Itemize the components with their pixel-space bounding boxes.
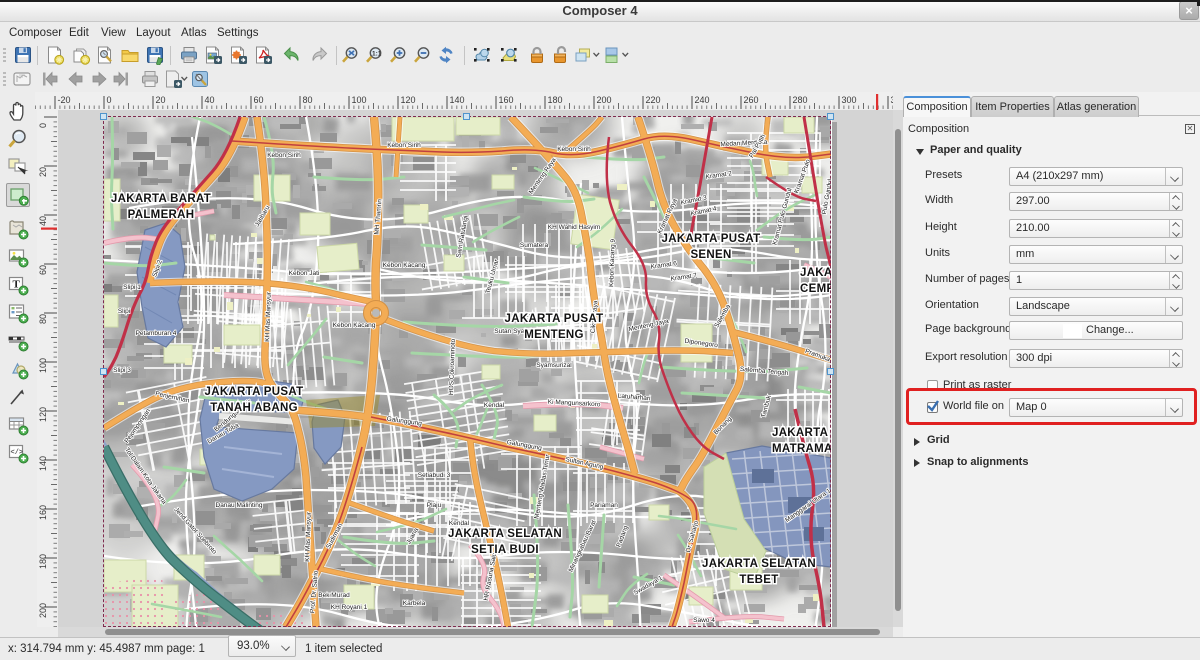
svg-text:100: 100	[352, 95, 367, 105]
svg-text:60: 60	[254, 95, 264, 105]
svg-text:Kebon Sirih: Kebon Sirih	[557, 146, 591, 153]
svg-text:CEMPAK: CEMPAK	[800, 283, 831, 295]
svg-text:Sawo 4: Sawo 4	[693, 617, 715, 624]
svg-text:Danau Malinting: Danau Malinting	[216, 502, 263, 509]
svg-text:40: 40	[38, 216, 48, 226]
svg-text:100: 100	[38, 358, 48, 373]
svg-text:Slipi: Slipi	[118, 308, 130, 315]
svg-text:Kebon Sirih: Kebon Sirih	[387, 142, 421, 149]
svg-text:KH Wahid Hasyim: KH Wahid Hasyim	[548, 224, 601, 231]
svg-text:140: 140	[38, 456, 48, 471]
svg-text:160: 160	[499, 95, 514, 105]
svg-text:Kebon Kacang: Kebon Kacang	[333, 322, 376, 329]
svg-text:JAKARTA: JAKARTA	[800, 267, 831, 279]
svg-text:1:1: 1:1	[372, 51, 382, 58]
svg-text:JAKARTA BARAT: JAKARTA BARAT	[111, 193, 211, 205]
svg-text:220: 220	[646, 95, 661, 105]
svg-text:SENEN: SENEN	[690, 249, 731, 261]
svg-text:JAKARTA PUSAT: JAKARTA PUSAT	[505, 313, 604, 325]
svg-text:PALMERAH: PALMERAH	[128, 209, 195, 221]
svg-text:240: 240	[695, 95, 710, 105]
svg-text:Bek Murad: Bek Murad	[318, 592, 350, 599]
svg-text:200: 200	[38, 603, 48, 618]
svg-text:TANAH ABANG: TANAH ABANG	[210, 402, 298, 414]
svg-text:180: 180	[548, 95, 563, 105]
svg-text:80: 80	[303, 95, 313, 105]
svg-text:120: 120	[38, 407, 48, 422]
svg-text:JAKARTA PUSAT: JAKARTA PUSAT	[205, 386, 304, 398]
svg-text:80: 80	[38, 314, 48, 324]
svg-text:Petamburan 4: Petamburan 4	[136, 330, 177, 337]
svg-text:260: 260	[744, 95, 759, 105]
svg-text:120: 120	[401, 95, 416, 105]
svg-text:MATRAMAN: MATRAMAN	[772, 443, 831, 455]
svg-text:20: 20	[38, 167, 48, 177]
svg-text:Kebon Sirih: Kebon Sirih	[267, 152, 301, 159]
svg-text:300: 300	[842, 95, 857, 105]
svg-text:140: 140	[450, 95, 465, 105]
svg-text:JAKARTA SELATAN: JAKARTA SELATAN	[702, 558, 816, 570]
svg-text:Karbela: Karbela	[403, 600, 426, 607]
svg-text:Plaju: Plaju	[427, 502, 442, 509]
svg-text:JAKARTA PUSAT: JAKARTA PUSAT	[662, 233, 761, 245]
svg-text:KH Royani 1: KH Royani 1	[331, 604, 368, 611]
svg-text:MENTENG: MENTENG	[524, 329, 584, 341]
svg-text:320: 320	[891, 95, 894, 105]
svg-text:TEBET: TEBET	[739, 574, 778, 586]
svg-text:Kendal: Kendal	[484, 402, 505, 409]
svg-text:0: 0	[107, 95, 112, 105]
svg-text:280: 280	[793, 95, 808, 105]
svg-text:200: 200	[597, 95, 612, 105]
svg-text:SETIA BUDI: SETIA BUDI	[471, 544, 539, 556]
svg-text:Setiabudi 3: Setiabudi 3	[418, 472, 451, 479]
svg-text:Sumatera: Sumatera	[520, 242, 549, 249]
svg-text:160: 160	[38, 505, 48, 520]
svg-text:Kendal: Kendal	[449, 520, 470, 527]
svg-text:60: 60	[38, 265, 48, 275]
svg-text:JAKARTA TIM: JAKARTA TIM	[772, 427, 831, 439]
svg-text:20: 20	[156, 95, 166, 105]
svg-text:Syamsurizal: Syamsurizal	[536, 362, 572, 369]
svg-text:Slipi 1: Slipi 1	[123, 284, 141, 291]
svg-text:-20: -20	[58, 95, 71, 105]
svg-text:40: 40	[205, 95, 215, 105]
svg-text:Kebon Kacang: Kebon Kacang	[383, 262, 426, 269]
svg-text:Pariaman: Pariaman	[590, 502, 618, 509]
svg-text:JAKARTA SELATAN: JAKARTA SELATAN	[448, 528, 562, 540]
svg-text:180: 180	[38, 554, 48, 569]
svg-text:Kebon Jati: Kebon Jati	[289, 270, 320, 277]
svg-text:Slipi 3: Slipi 3	[113, 367, 131, 374]
svg-text:0: 0	[38, 123, 48, 128]
